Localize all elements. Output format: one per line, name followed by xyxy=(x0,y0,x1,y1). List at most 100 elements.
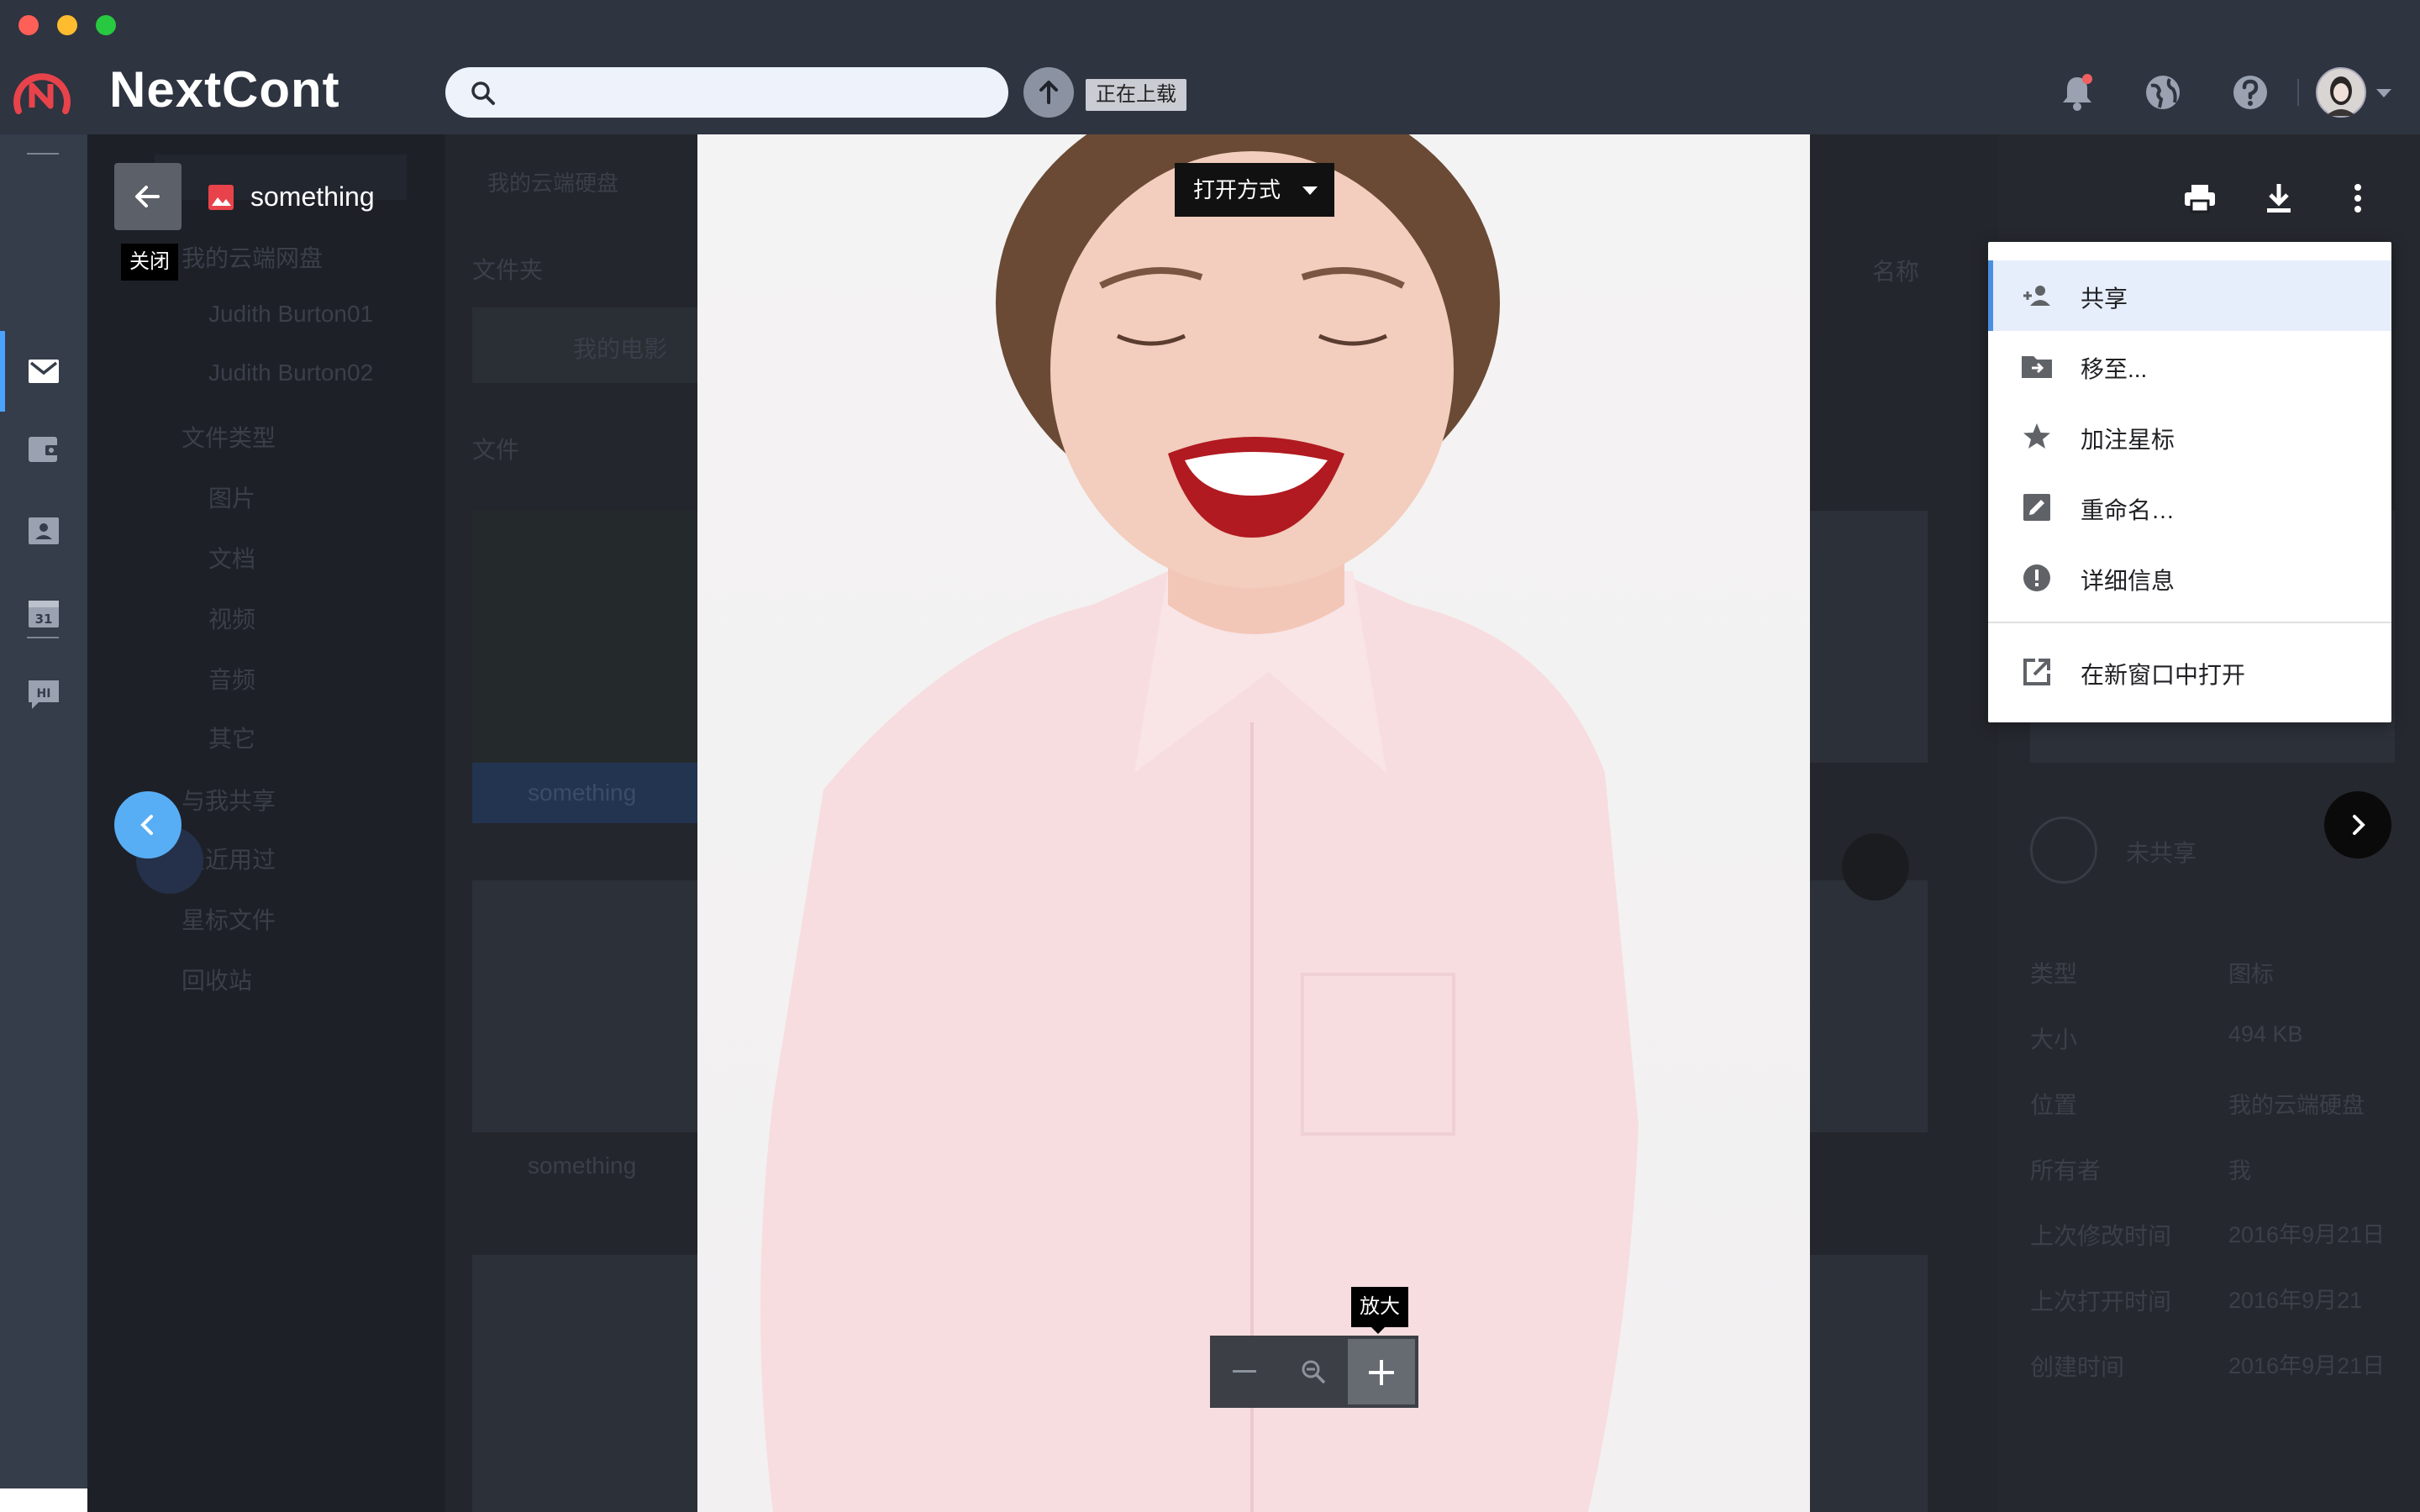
window-close-button[interactable] xyxy=(18,15,39,35)
help-icon[interactable] xyxy=(2227,69,2274,116)
file-thumbnail[interactable] xyxy=(472,880,699,1132)
menu-item-label: 在新窗口中打开 xyxy=(2081,662,2246,688)
detail-value: 2016年9月21日 xyxy=(2228,1222,2386,1247)
zoom-icon xyxy=(1302,1360,1326,1384)
preview-image[interactable] xyxy=(697,134,1810,1512)
close-tooltip: 关闭 xyxy=(121,244,178,281)
bg-next-button[interactable] xyxy=(1842,833,1909,900)
zoom-in-tooltip: 放大 xyxy=(1351,1287,1408,1334)
menu-item-share[interactable]: 共享 xyxy=(1988,260,2391,331)
zoom-in-button[interactable] xyxy=(1348,1339,1415,1404)
open-with-label: 打开方式 xyxy=(1193,177,1281,202)
file-thumbnail[interactable] xyxy=(1810,511,1928,763)
rail-active-indicator xyxy=(0,331,5,412)
status-corner xyxy=(0,1488,87,1512)
wallet-icon[interactable] xyxy=(24,428,64,469)
person-add-icon xyxy=(2023,286,2050,306)
menu-item-open-new-window[interactable]: 在新窗口中打开 xyxy=(1988,637,2391,707)
chevron-down-icon[interactable] xyxy=(2376,89,2391,97)
top-bar: NextCont 正在上载 xyxy=(0,0,2420,134)
bell-icon[interactable] xyxy=(2054,69,2101,116)
tree-type[interactable]: 其它 xyxy=(208,721,255,754)
tree-root[interactable]: 我的云端网盘 xyxy=(182,240,323,274)
top-bar-divider xyxy=(2297,79,2299,106)
tree-file-types[interactable]: 文件类型 xyxy=(182,420,276,454)
tree-type[interactable]: 图片 xyxy=(208,480,255,514)
file-thumbnail[interactable] xyxy=(1810,1255,1928,1512)
more-vert-icon[interactable] xyxy=(2339,180,2376,217)
upload-status-label: 正在上载 xyxy=(1086,79,1186,111)
tree-type[interactable]: 文档 xyxy=(208,541,255,575)
menu-item-move[interactable]: 移至... xyxy=(1988,331,2391,402)
zoom-reset-button[interactable] xyxy=(1279,1336,1348,1408)
tree-folder[interactable]: Judith Burton01 xyxy=(208,301,373,328)
next-button[interactable] xyxy=(2324,791,2391,858)
app-logo-icon xyxy=(12,60,72,121)
rail-divider-bottom xyxy=(27,637,59,638)
search-input[interactable] xyxy=(445,67,1008,118)
folders-heading: 文件夹 xyxy=(472,257,544,283)
file-thumbnail[interactable] xyxy=(472,511,699,763)
tree-type[interactable]: 视频 xyxy=(208,601,255,635)
star-icon xyxy=(2023,423,2050,449)
detail-value: 2016年9月21日 xyxy=(2228,1353,2386,1378)
zoom-controls xyxy=(1210,1336,1418,1408)
menu-item-details[interactable]: 详细信息 xyxy=(1988,543,2391,613)
detail-value: 494 KB xyxy=(2228,1021,2303,1047)
menu-item-label: 移至... xyxy=(2081,356,2148,382)
detail-key: 上次打开时间 xyxy=(2030,1289,2172,1315)
zoom-out-button[interactable] xyxy=(1210,1336,1279,1408)
detail-value: 我的云端硬盘 xyxy=(2228,1093,2365,1118)
left-rail: 31 HI xyxy=(0,134,87,1512)
breadcrumb[interactable]: 我的云端硬盘 xyxy=(487,166,618,197)
globe-icon[interactable] xyxy=(2139,69,2186,116)
menu-item-label: 重命名… xyxy=(2081,497,2175,523)
menu-item-label: 共享 xyxy=(2081,286,2128,312)
window-zoom-button[interactable] xyxy=(96,15,116,35)
tree-shared[interactable]: 与我共享 xyxy=(182,783,276,816)
lock-icon xyxy=(2030,816,2097,884)
avatar[interactable] xyxy=(2316,67,2366,118)
plus-icon xyxy=(1369,1360,1394,1385)
edit-icon xyxy=(2023,494,2050,521)
back-button[interactable] xyxy=(114,163,182,230)
chevron-left-icon xyxy=(140,815,153,835)
contacts-icon[interactable] xyxy=(24,511,64,551)
file-label: something xyxy=(528,1152,637,1179)
menu-divider xyxy=(1988,622,2391,623)
window-minimize-button[interactable] xyxy=(57,15,77,35)
chat-icon[interactable]: HI xyxy=(24,674,64,714)
calendar-icon[interactable]: 31 xyxy=(24,593,64,633)
svg-text:HI: HI xyxy=(37,687,51,701)
app-name: NextCont xyxy=(109,61,340,118)
caret-down-icon xyxy=(1302,186,1318,195)
detail-value: 2016年9月21 xyxy=(2228,1288,2363,1313)
menu-item-star[interactable]: 加注星标 xyxy=(1988,402,2391,472)
chevron-right-icon xyxy=(2353,815,2365,835)
sort-label[interactable]: 名称 xyxy=(1872,254,1919,287)
tree-trash[interactable]: 回收站 xyxy=(182,963,252,996)
file-thumbnail[interactable] xyxy=(1810,880,1928,1132)
tree-folder[interactable]: Judith Burton02 xyxy=(208,360,373,386)
more-actions-menu: 共享 移至... 加注星标 重命名… 详细信息 在新窗口中打开 xyxy=(1988,242,2391,722)
menu-item-rename[interactable]: 重命名… xyxy=(1988,472,2391,543)
detail-key: 所有者 xyxy=(2030,1158,2102,1184)
arrow-back-icon xyxy=(135,186,160,207)
file-thumbnail[interactable] xyxy=(472,1255,699,1512)
tree-type[interactable]: 音频 xyxy=(208,662,255,696)
previous-button[interactable] xyxy=(114,791,182,858)
rail-divider xyxy=(27,153,59,155)
open-with-button[interactable]: 打开方式 xyxy=(1175,163,1334,217)
download-icon[interactable] xyxy=(2260,180,2297,217)
upload-button[interactable] xyxy=(1023,67,1074,118)
info-icon xyxy=(2023,564,2050,591)
print-icon[interactable] xyxy=(2181,180,2218,217)
folder-card-label: 我的电影 xyxy=(573,336,668,362)
mail-icon[interactable] xyxy=(24,351,64,391)
detail-value: 图标 xyxy=(2228,962,2274,987)
detail-key: 类型 xyxy=(2030,961,2078,987)
open-in-new-icon xyxy=(2023,659,2050,685)
svg-text:31: 31 xyxy=(35,612,53,627)
tree-starred[interactable]: 星标文件 xyxy=(182,902,276,936)
arrow-up-icon xyxy=(1039,81,1058,104)
